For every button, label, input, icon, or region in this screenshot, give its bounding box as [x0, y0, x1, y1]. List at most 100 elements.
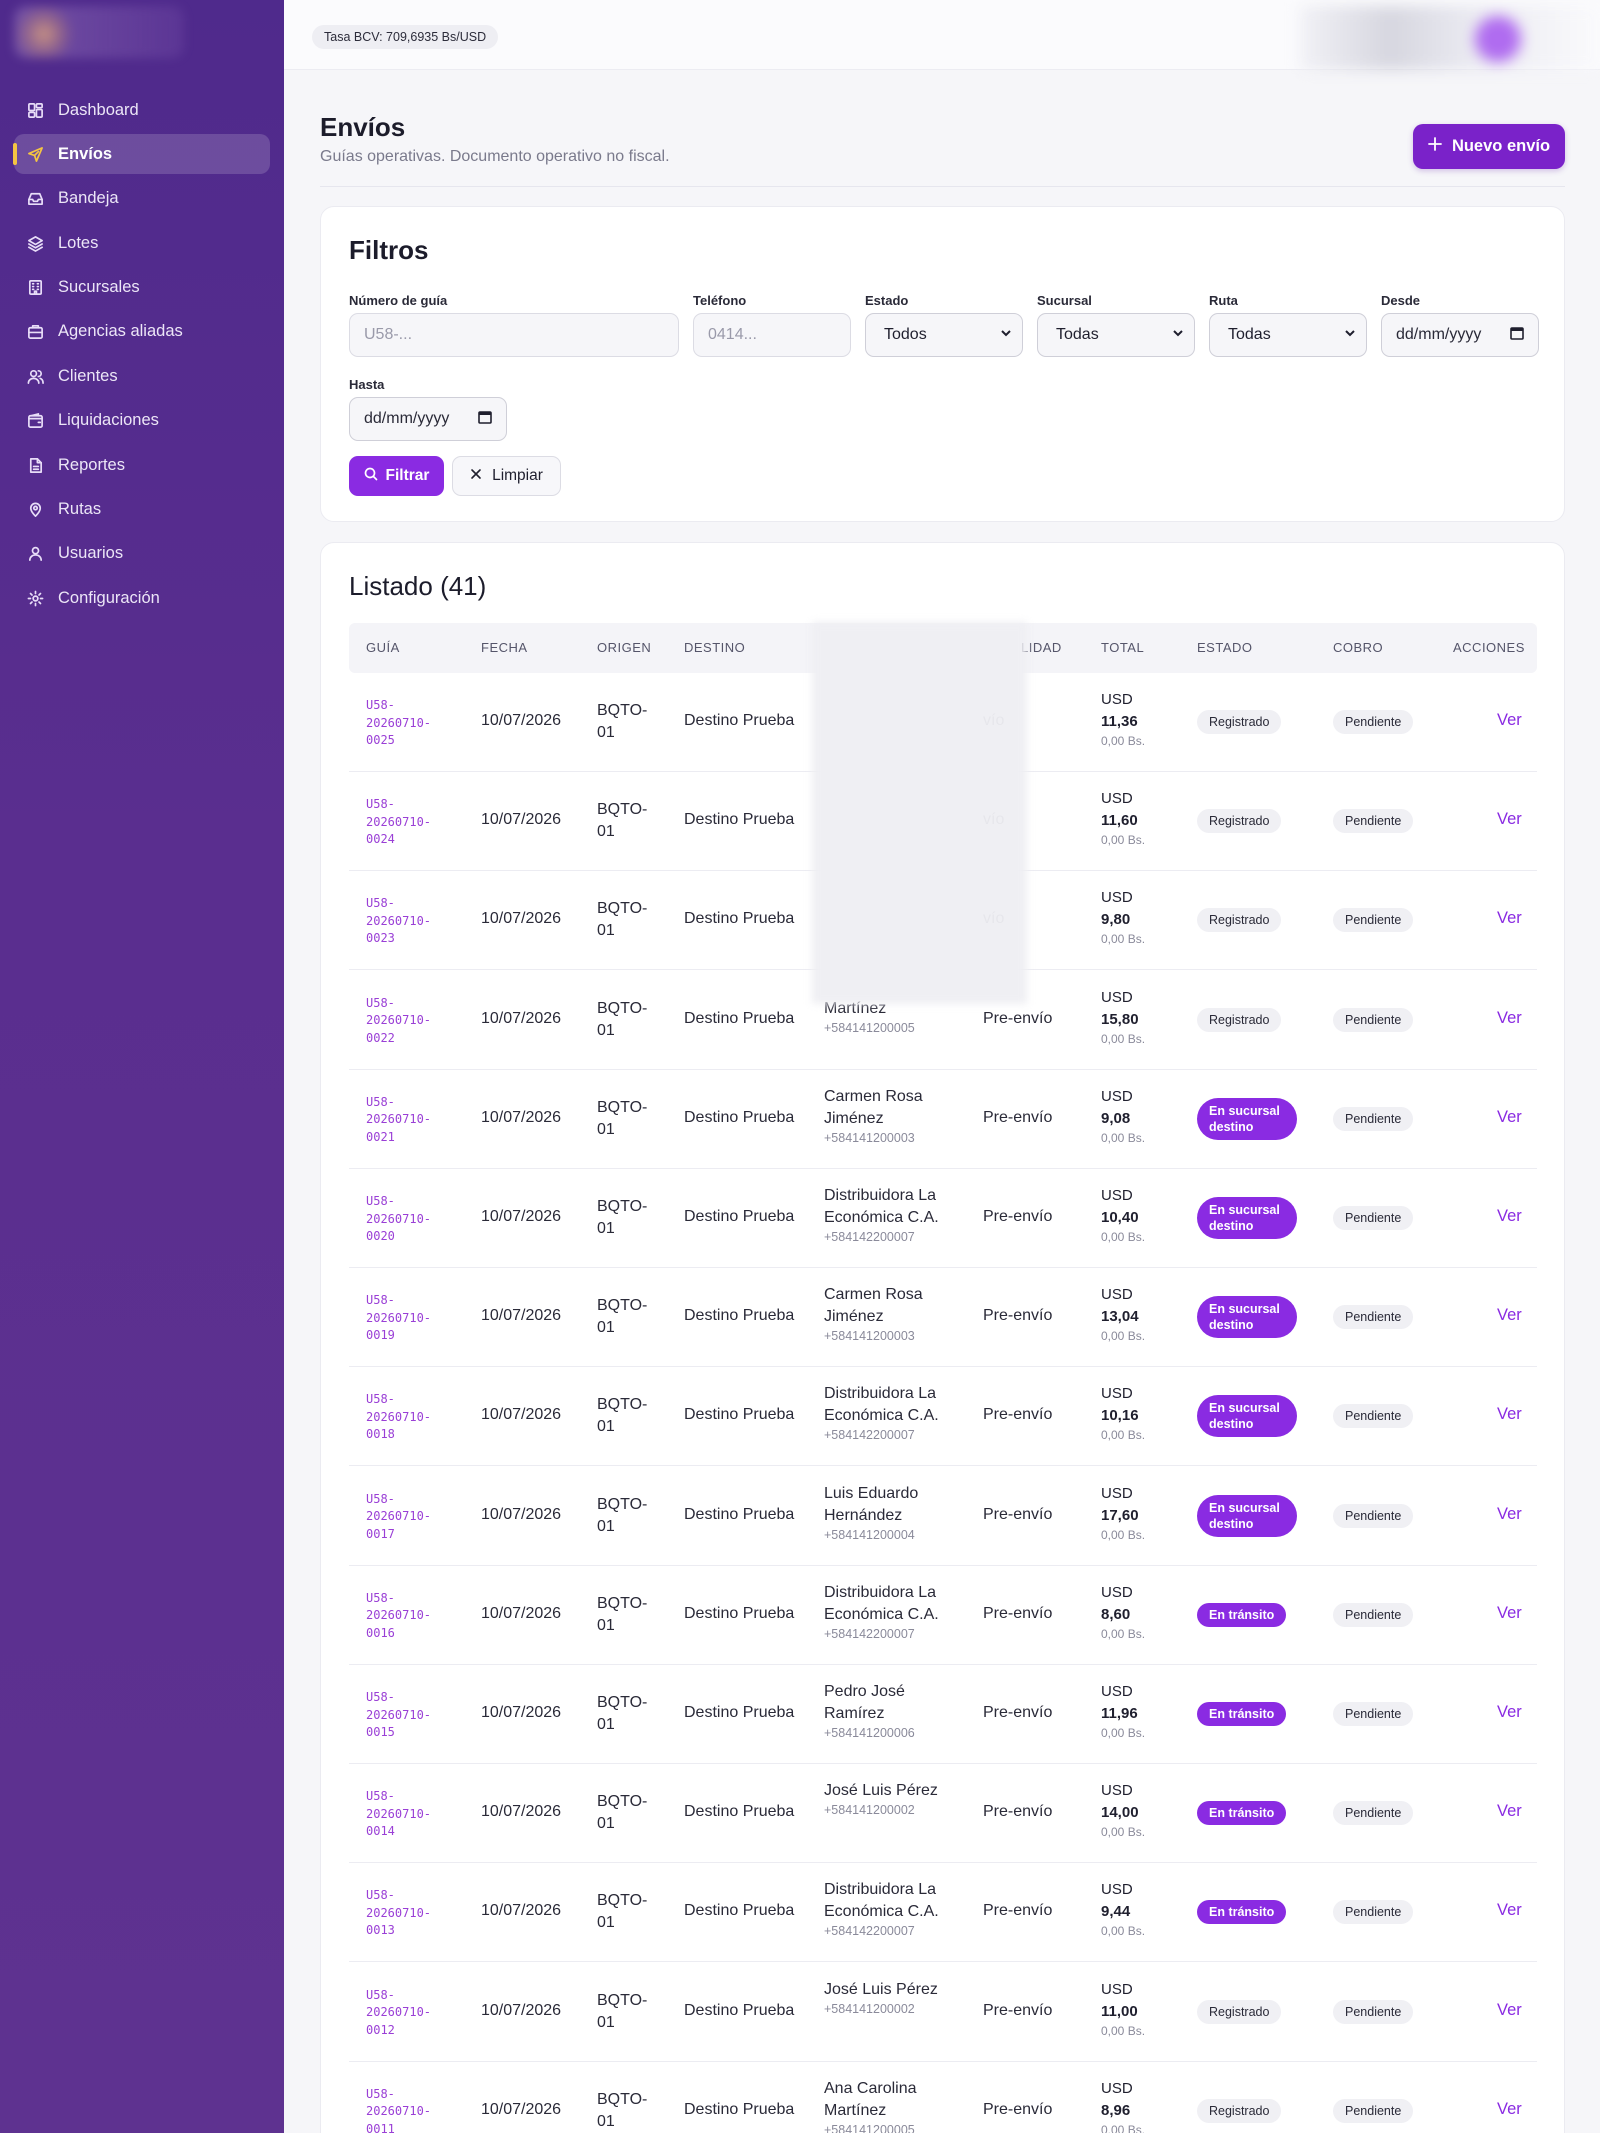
view-link[interactable]: Ver [1497, 1207, 1522, 1226]
app-logo[interactable] [14, 6, 184, 58]
view-link[interactable]: Ver [1497, 2001, 1522, 2020]
view-link[interactable]: Ver [1497, 909, 1522, 928]
total-bs: 0,00 Bs. [1101, 1825, 1146, 1840]
from-date-input[interactable]: dd/mm/yyyy [1381, 313, 1539, 357]
status-badge: En tránsito [1197, 1602, 1287, 1627]
guide-link[interactable]: U58- 20260710- 0013 [366, 1887, 446, 1940]
origin-cell: BQTO-01 [597, 801, 648, 841]
view-link[interactable]: Ver [1497, 2100, 1522, 2119]
sidebar-item-reportes[interactable]: Reportes [14, 445, 270, 485]
guide-link[interactable]: U58- 20260710- 0021 [366, 1094, 446, 1147]
total-cell: USD 8,96 0,00 Bs. [1101, 2078, 1181, 2133]
guide-part: U58- [366, 1690, 395, 1704]
column-header-cobro[interactable]: COBRO [1333, 640, 1383, 655]
sidebar-item-lotes[interactable]: Lotes [14, 223, 270, 263]
client-phone: +584141200005 [824, 1020, 915, 1035]
gear-icon [26, 589, 44, 607]
total-amount: 13,04 [1101, 1308, 1139, 1326]
state-select[interactable]: Todos [865, 313, 1023, 357]
view-link[interactable]: Ver [1497, 1505, 1522, 1524]
column-header-origen[interactable]: ORIGEN [597, 640, 651, 655]
guide-link[interactable]: U58- 20260710- 0025 [366, 697, 446, 750]
view-link[interactable]: Ver [1497, 711, 1522, 730]
currency-label: USD [1101, 691, 1133, 708]
sidebar-item-usuarios[interactable]: Usuarios [14, 534, 270, 574]
sidebar-item-clientes[interactable]: Clientes [14, 356, 270, 396]
view-link[interactable]: Ver [1497, 1405, 1522, 1424]
client-phone: +584142200007 [824, 1924, 915, 1939]
currency-label: USD [1101, 1782, 1133, 1800]
view-link[interactable]: Ver [1497, 1604, 1522, 1623]
client-phone: +584141200003 [824, 1329, 915, 1344]
guide-link[interactable]: U58- 20260710- 0020 [366, 1193, 446, 1246]
payment-badge: Pendiente [1333, 1305, 1414, 1330]
guide-link[interactable]: U58- 20260710- 0014 [366, 1788, 446, 1841]
to-date-input[interactable]: dd/mm/yyyy [349, 397, 507, 441]
client-cell: Carmen Rosa Jiménez +584141200003 [824, 1086, 964, 1146]
guide-part: 20260710- [366, 1509, 432, 1524]
column-header-fecha[interactable]: FECHA [481, 640, 528, 655]
view-link[interactable]: Ver [1497, 1901, 1522, 1920]
guide-link[interactable]: U58- 20260710- 0024 [366, 796, 446, 849]
sidebar-item-label: Sucursales [58, 278, 140, 297]
column-header-modalidad[interactable]: LIDAD [1021, 640, 1062, 655]
sidebar-item-agencias-aliadas[interactable]: Agencias aliadas [14, 312, 270, 352]
column-header-total[interactable]: TOTAL [1101, 640, 1144, 655]
guide-link[interactable]: U58- 20260710- 0018 [366, 1391, 446, 1444]
sidebar-item-sucursales[interactable]: Sucursales [14, 268, 270, 308]
sidebar-item-label: Configuración [58, 588, 160, 607]
calendar-icon[interactable] [478, 410, 492, 429]
clear-button[interactable]: Limpiar [452, 456, 561, 496]
payment-cell: Pendiente [1333, 1503, 1414, 1528]
client-name: José Luis Pérez [824, 1980, 938, 1998]
column-header-destino[interactable]: DESTINO [684, 640, 745, 655]
payment-badge: Pendiente [1333, 1206, 1414, 1230]
view-link[interactable]: Ver [1497, 810, 1522, 829]
view-link[interactable]: Ver [1497, 1108, 1522, 1127]
sidebar-item-liquidaciones[interactable]: Liquidaciones [14, 401, 270, 441]
column-header-estado[interactable]: ESTADO [1197, 640, 1253, 655]
filter-button[interactable]: Filtrar [349, 456, 444, 496]
sidebar-item-envios[interactable]: Envíos [13, 134, 270, 175]
view-link[interactable]: Ver [1497, 1703, 1522, 1722]
guide-link[interactable]: U58- 20260710- 0015 [366, 1689, 446, 1742]
route-select[interactable]: Todas [1209, 313, 1367, 357]
guide-link[interactable]: U58- 20260710- 0019 [366, 1292, 446, 1345]
guide-part: U58- [366, 797, 395, 812]
sidebar-item-configuracion[interactable]: Configuración [14, 578, 270, 618]
branch-select[interactable]: Todas [1037, 313, 1195, 357]
user-menu[interactable] [1300, 6, 1600, 70]
date-cell: 10/07/2026 [481, 1108, 562, 1126]
total-bs: 0,00 Bs. [1101, 734, 1146, 748]
phone-input[interactable]: 0414... [693, 313, 851, 357]
guide-link[interactable]: U58- 20260710- 0012 [366, 1987, 446, 2040]
guide-link[interactable]: U58- 20260710- 0022 [366, 995, 446, 1048]
calendar-icon[interactable] [1510, 326, 1524, 345]
guide-link[interactable]: U58- 20260710- 0016 [366, 1590, 446, 1643]
total-bs: 0,00 Bs. [1101, 2023, 1146, 2038]
payment-cell: Pendiente [1333, 1702, 1414, 1726]
guide-link[interactable]: U58- 20260710- 0017 [366, 1491, 446, 1544]
view-link[interactable]: Ver [1497, 1009, 1522, 1028]
status-badge: Registrado [1197, 809, 1282, 834]
view-link[interactable]: Ver [1497, 1802, 1522, 1821]
guide-part: U58- [366, 1987, 395, 2002]
guide-number-input[interactable]: U58-... [349, 313, 679, 357]
header-divider [320, 186, 1565, 187]
destination-cell: Destino Prueba [684, 1307, 795, 1325]
chevron-down-icon [1344, 326, 1356, 344]
column-header-guia[interactable]: GUÍA [366, 640, 400, 655]
sidebar-item-label: Bandeja [58, 189, 119, 208]
sidebar-item-rutas[interactable]: Rutas [14, 490, 270, 530]
view-link[interactable]: Ver [1497, 1306, 1522, 1325]
sidebar-item-bandeja[interactable]: Bandeja [14, 179, 270, 219]
guide-link[interactable]: U58- 20260710- 0011 [366, 2086, 446, 2133]
status-badge: Registrado [1197, 1007, 1282, 1032]
guide-part: 0024 [366, 832, 395, 847]
new-shipment-button[interactable]: Nuevo envío [1413, 124, 1565, 169]
payment-badge: Pendiente [1333, 908, 1414, 933]
sidebar-item-dashboard[interactable]: Dashboard [14, 90, 270, 130]
guide-link[interactable]: U58- 20260710- 0023 [366, 895, 446, 948]
guide-part: U58- [366, 1293, 395, 1308]
date-cell: 10/07/2026 [481, 1604, 562, 1622]
